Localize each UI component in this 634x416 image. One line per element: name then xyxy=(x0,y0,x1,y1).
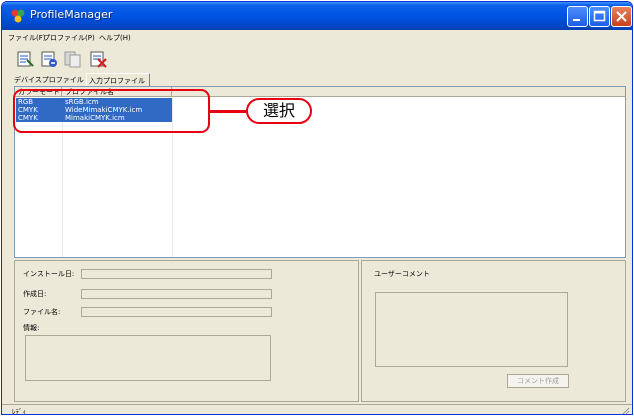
window-title: ProfileManager xyxy=(30,8,113,21)
status-bar: ﾚﾃﾞｨ xyxy=(2,404,632,415)
install-profile-icon[interactable] xyxy=(15,49,35,69)
resize-grip-icon[interactable] xyxy=(620,405,630,415)
created-date-field xyxy=(81,289,272,299)
file-name-label: ファイル名: xyxy=(23,308,61,316)
main-window: ProfileManager ファイル(F) プロファイル(P) ヘルプ(H) xyxy=(1,1,633,415)
install-date-field xyxy=(81,269,272,279)
title-bar[interactable]: ProfileManager xyxy=(2,2,632,30)
tab-input-profile[interactable]: 入力プロファイル xyxy=(86,73,150,86)
app-icon xyxy=(11,9,25,23)
uninstall-profile-icon[interactable] xyxy=(39,49,59,69)
maximize-button[interactable] xyxy=(589,6,610,27)
user-comment-panel: ユーザーコメント コメント作成 xyxy=(361,260,626,402)
close-button[interactable] xyxy=(611,6,632,27)
menu-file[interactable]: ファイル(F) xyxy=(8,33,46,43)
callout-connector xyxy=(210,110,246,113)
tab-device-profile[interactable]: デバイスプロファイル xyxy=(12,73,86,86)
minimize-button[interactable] xyxy=(567,6,588,27)
file-name-field xyxy=(81,307,272,317)
delete-profile-icon[interactable] xyxy=(88,49,108,69)
selection-callout-frame xyxy=(13,89,210,133)
created-date-label: 作成日: xyxy=(23,290,47,298)
maximize-icon xyxy=(593,10,606,22)
close-icon xyxy=(616,11,627,22)
info-label: 情報: xyxy=(23,324,40,332)
profile-details-panel: インストール日: 作成日: ファイル名: 情報: xyxy=(14,260,359,402)
user-comment-label: ユーザーコメント xyxy=(374,270,430,278)
user-comment-textarea[interactable] xyxy=(375,292,568,367)
create-comment-button[interactable]: コメント作成 xyxy=(507,374,569,388)
menu-help[interactable]: ヘルプ(H) xyxy=(99,33,131,43)
menu-bar: ファイル(F) プロファイル(P) ヘルプ(H) xyxy=(2,30,632,46)
copy-profile-icon[interactable] xyxy=(63,49,83,69)
menu-profile[interactable]: プロファイル(P) xyxy=(43,33,95,43)
info-field xyxy=(25,335,271,381)
install-date-label: インストール日: xyxy=(23,270,75,278)
toolbar xyxy=(2,47,632,71)
status-text: ﾚﾃﾞｨ xyxy=(12,408,26,415)
minimize-icon xyxy=(573,19,580,21)
selection-callout-label: 選択 xyxy=(246,98,312,124)
